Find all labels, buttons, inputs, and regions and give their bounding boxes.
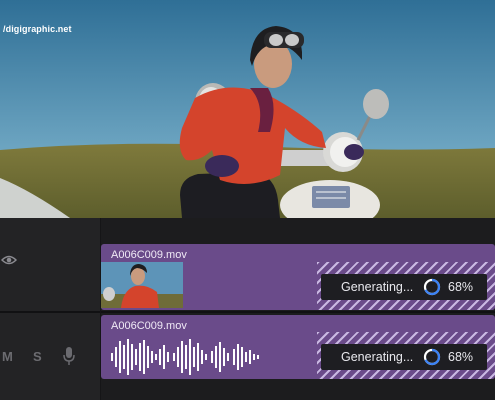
- progress-percent: 68%: [448, 280, 474, 294]
- track-divider: [0, 311, 495, 313]
- generation-status: Generating... 68%: [321, 274, 487, 300]
- preview-frame-image: [0, 0, 495, 218]
- progress-percent: 68%: [448, 350, 474, 364]
- status-label: Generating...: [341, 350, 414, 364]
- solo-button[interactable]: S: [33, 349, 42, 364]
- microphone-icon[interactable]: [63, 347, 75, 365]
- waveform-icon: [111, 339, 259, 375]
- audio-clip[interactable]: A006C009.mov Generating... 68%: [101, 315, 495, 379]
- timeline-panel: M S A006C009.mov Generating... 68% A006C…: [0, 218, 495, 400]
- generation-status: Generating... 68%: [321, 344, 487, 370]
- video-preview: /digigraphic.net: [0, 0, 495, 218]
- status-label: Generating...: [341, 280, 414, 294]
- clip-name: A006C009.mov: [111, 249, 187, 261]
- spinner-icon: [423, 348, 441, 366]
- video-clip[interactable]: A006C009.mov Generating... 68%: [101, 244, 495, 310]
- clip-name: A006C009.mov: [111, 320, 187, 332]
- video-track-header: [0, 218, 100, 311]
- clip-thumbnail: [101, 262, 183, 308]
- mute-button[interactable]: M: [2, 349, 13, 364]
- audio-track-header: [0, 313, 100, 400]
- watermark-text: /digigraphic.net: [3, 24, 72, 34]
- eye-icon[interactable]: [1, 254, 17, 266]
- spinner-icon: [423, 278, 441, 296]
